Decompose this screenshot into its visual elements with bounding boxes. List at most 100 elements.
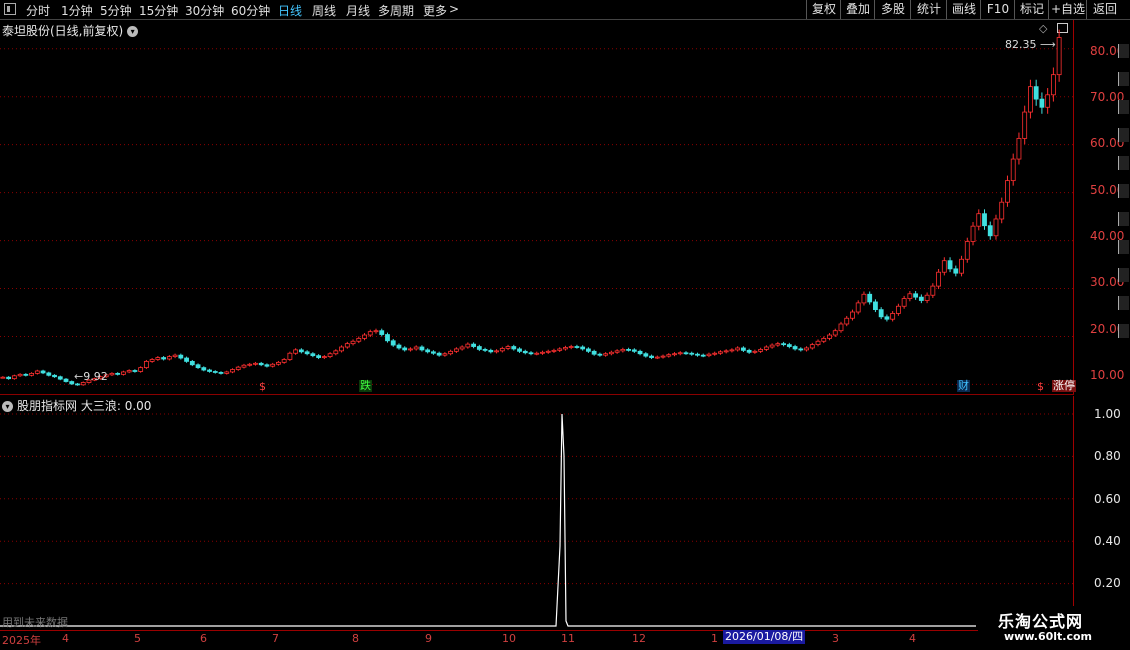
candle bbox=[873, 301, 878, 311]
candle bbox=[718, 351, 723, 354]
max-price-label: 82.35 ⟶ bbox=[1005, 38, 1056, 51]
candle bbox=[689, 352, 695, 355]
candle bbox=[890, 313, 896, 320]
candle bbox=[166, 356, 172, 360]
tab-fenshi[interactable]: 分时 bbox=[26, 2, 50, 19]
candle bbox=[511, 346, 517, 350]
candle bbox=[184, 357, 189, 362]
candle bbox=[57, 376, 63, 380]
candle bbox=[488, 349, 494, 353]
right-edge-panel bbox=[1118, 30, 1130, 390]
candle bbox=[270, 363, 276, 367]
candle bbox=[580, 346, 586, 350]
event-marker-limit-up[interactable]: 涨停 bbox=[1052, 380, 1076, 392]
candle bbox=[1005, 180, 1010, 203]
indicator-tick-0.8: 0.80 bbox=[1094, 449, 1121, 463]
tab-more[interactable]: 更多 bbox=[423, 2, 447, 19]
candle bbox=[735, 347, 741, 351]
candle bbox=[207, 369, 212, 372]
indicator-tick-0.2: 0.20 bbox=[1094, 576, 1121, 590]
candle bbox=[861, 293, 867, 304]
candle bbox=[126, 370, 132, 373]
candle bbox=[522, 350, 528, 354]
event-marker-dollar-2[interactable]: $ bbox=[1036, 381, 1045, 393]
candle bbox=[499, 348, 505, 352]
candle bbox=[987, 225, 993, 237]
date-label-2025: 2025年 bbox=[2, 634, 41, 647]
indicator-line bbox=[0, 413, 976, 627]
candle bbox=[327, 353, 333, 358]
candle bbox=[557, 348, 563, 351]
candle bbox=[339, 346, 344, 352]
candle bbox=[999, 201, 1005, 220]
candle bbox=[408, 348, 413, 351]
candle bbox=[792, 346, 798, 350]
tab-15min[interactable]: 15分钟 bbox=[139, 2, 178, 19]
candle bbox=[878, 309, 884, 318]
indicator-tick-1: 1.00 bbox=[1094, 407, 1121, 421]
candle bbox=[982, 213, 987, 227]
tab-multi-period[interactable]: 多周期 bbox=[378, 2, 414, 19]
candle bbox=[46, 372, 52, 376]
period-toolbar: 分时 1分钟 5分钟 15分钟 30分钟 60分钟 日线 周线 月线 多周期 更… bbox=[0, 0, 1130, 20]
date-label-apr-2: 4 bbox=[909, 632, 916, 645]
more-arrow-icon[interactable]: > bbox=[449, 2, 459, 16]
candle bbox=[385, 334, 390, 342]
overlay-button[interactable]: 叠加 bbox=[840, 0, 875, 19]
candle bbox=[649, 355, 654, 358]
indicator-chart[interactable] bbox=[0, 396, 1074, 630]
candle bbox=[763, 346, 769, 350]
price-chart[interactable] bbox=[0, 20, 1074, 394]
candle bbox=[425, 349, 431, 353]
watermark-url: www.60lt.com bbox=[1004, 630, 1093, 643]
candle bbox=[608, 351, 614, 355]
candle bbox=[643, 353, 649, 357]
candle bbox=[695, 353, 700, 356]
candle bbox=[563, 347, 568, 350]
candle bbox=[838, 323, 844, 332]
candle bbox=[568, 346, 574, 348]
candle bbox=[959, 258, 964, 274]
candle bbox=[591, 350, 597, 355]
multi-stock-button[interactable]: 多股 bbox=[874, 0, 911, 19]
candle bbox=[293, 349, 299, 354]
event-marker-dollar[interactable]: $ bbox=[258, 381, 267, 393]
candle bbox=[476, 346, 482, 350]
tab-1min[interactable]: 1分钟 bbox=[61, 2, 93, 19]
candle bbox=[448, 350, 454, 355]
candle bbox=[781, 343, 786, 346]
candle bbox=[804, 347, 809, 351]
candle bbox=[6, 376, 12, 380]
draw-line-button[interactable]: 画线 bbox=[946, 0, 981, 19]
stats-button[interactable]: 统计 bbox=[910, 0, 947, 19]
event-marker-die[interactable]: 跌 bbox=[359, 380, 372, 392]
event-marker-cai[interactable]: 财 bbox=[957, 380, 970, 392]
candle bbox=[1039, 98, 1045, 108]
back-button[interactable]: 返回 bbox=[1086, 0, 1123, 19]
tab-daily[interactable]: 日线 bbox=[278, 2, 302, 19]
tab-30min[interactable]: 30分钟 bbox=[185, 2, 224, 19]
candle bbox=[907, 293, 913, 299]
f10-button[interactable]: F10 bbox=[980, 0, 1015, 19]
tab-5min[interactable]: 5分钟 bbox=[100, 2, 132, 19]
candle bbox=[993, 218, 999, 237]
candle bbox=[149, 359, 155, 362]
candle bbox=[465, 343, 471, 348]
candle bbox=[362, 334, 367, 339]
window-icon[interactable] bbox=[4, 3, 16, 15]
candle bbox=[505, 346, 511, 349]
candle bbox=[287, 352, 293, 360]
indicator-tick-0.4: 0.40 bbox=[1094, 534, 1121, 548]
tab-60min[interactable]: 60分钟 bbox=[231, 2, 270, 19]
candle bbox=[924, 294, 930, 301]
candle bbox=[1056, 37, 1062, 76]
mark-button[interactable]: 标记 bbox=[1014, 0, 1049, 19]
fuquan-button[interactable]: 复权 bbox=[806, 0, 841, 19]
tab-monthly[interactable]: 月线 bbox=[346, 2, 370, 19]
candle bbox=[379, 330, 385, 335]
candle bbox=[815, 340, 821, 346]
date-label-oct: 10 bbox=[502, 632, 516, 645]
candle bbox=[769, 344, 775, 348]
add-watchlist-button[interactable]: +自选 bbox=[1048, 0, 1087, 19]
tab-weekly[interactable]: 周线 bbox=[312, 2, 336, 19]
